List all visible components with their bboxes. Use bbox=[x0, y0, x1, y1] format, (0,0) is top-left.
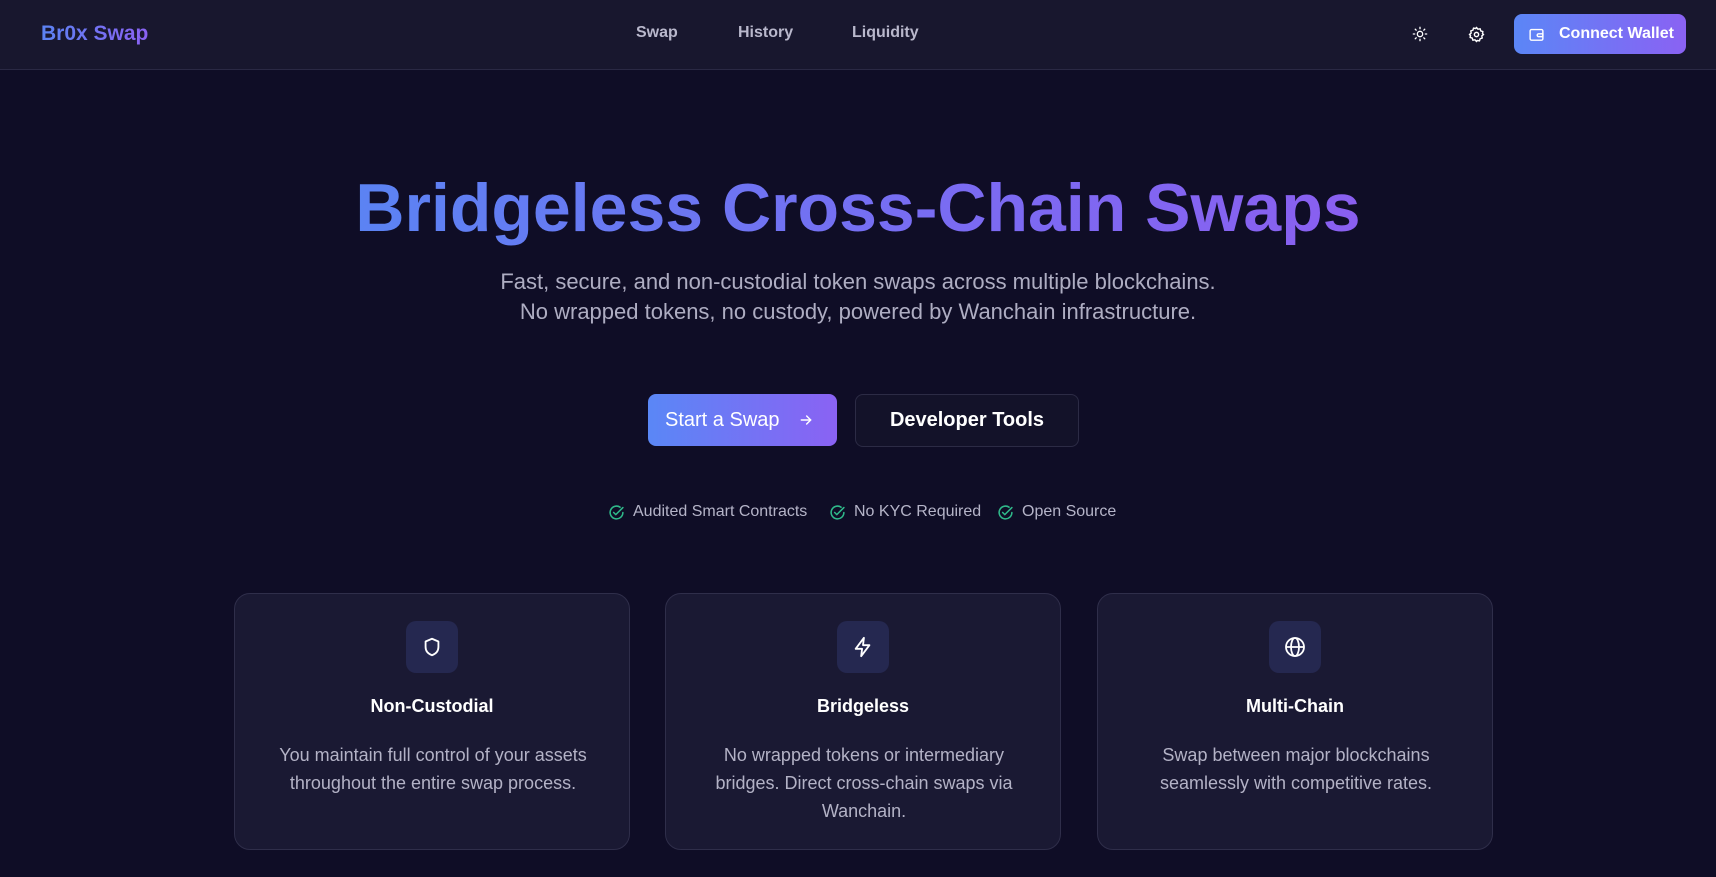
globe-icon bbox=[1285, 637, 1305, 657]
main-nav: Swap History Liquidity bbox=[0, 22, 1716, 46]
nav-item-swap[interactable]: Swap bbox=[636, 22, 678, 44]
feature-card-non-custodial: Non-Custodial You maintain full control … bbox=[234, 593, 630, 850]
arrow-right-icon bbox=[800, 415, 811, 425]
feature-icon-box bbox=[837, 621, 889, 673]
developer-tools-label: Developer Tools bbox=[889, 409, 1045, 431]
developer-tools-button[interactable]: Developer Tools bbox=[855, 394, 1079, 447]
lightning-icon bbox=[854, 636, 871, 658]
theme-toggle-button[interactable] bbox=[1405, 19, 1435, 49]
nav-item-liquidity[interactable]: Liquidity bbox=[852, 22, 919, 44]
feature-description: You maintain full control of your assets… bbox=[279, 745, 587, 793]
hero-title: Bridgeless Cross-Chain Swaps bbox=[355, 170, 1361, 246]
check-circle-icon bbox=[830, 504, 845, 520]
connect-wallet-label: Connect Wallet bbox=[1559, 25, 1674, 42]
trust-badges: Audited Smart Contracts No KYC Required … bbox=[0, 502, 1716, 522]
feature-title: Bridgeless bbox=[816, 696, 910, 716]
hero-subtitle: Fast, secure, and non-custodial token sw… bbox=[500, 269, 1216, 324]
feature-description: Swap between major blockchains seamlessl… bbox=[1159, 745, 1433, 793]
feature-title: Multi-Chain bbox=[1246, 696, 1344, 716]
shield-icon bbox=[424, 637, 440, 657]
feature-icon-box bbox=[406, 621, 458, 673]
sun-icon bbox=[1412, 26, 1428, 42]
settings-button[interactable] bbox=[1461, 19, 1491, 49]
badge-open-source: Open Source bbox=[997, 502, 1116, 522]
nav-item-history[interactable]: History bbox=[738, 22, 793, 44]
feature-icon-box bbox=[1269, 621, 1321, 673]
start-swap-label: Start a Swap bbox=[665, 408, 780, 431]
feature-card-multi-chain: Multi-Chain Swap between major blockchai… bbox=[1097, 593, 1493, 850]
gear-icon bbox=[1468, 26, 1484, 42]
top-navbar: Br0x Swap Swap History Liquidity Connect… bbox=[0, 0, 1716, 70]
check-circle-icon bbox=[998, 504, 1013, 520]
connect-wallet-button[interactable]: Connect Wallet bbox=[1514, 14, 1686, 54]
start-swap-button[interactable]: Start a Swap bbox=[648, 394, 837, 446]
badge-audited: Audited Smart Contracts bbox=[608, 502, 807, 522]
feature-title: Non-Custodial bbox=[370, 696, 494, 716]
check-circle-icon bbox=[609, 504, 624, 520]
wallet-icon bbox=[1529, 28, 1544, 41]
feature-card-bridgeless: Bridgeless No wrapped tokens or intermed… bbox=[665, 593, 1061, 850]
badge-no-kyc: No KYC Required bbox=[829, 502, 981, 522]
feature-description: No wrapped tokens or intermediary bridge… bbox=[715, 745, 1013, 821]
